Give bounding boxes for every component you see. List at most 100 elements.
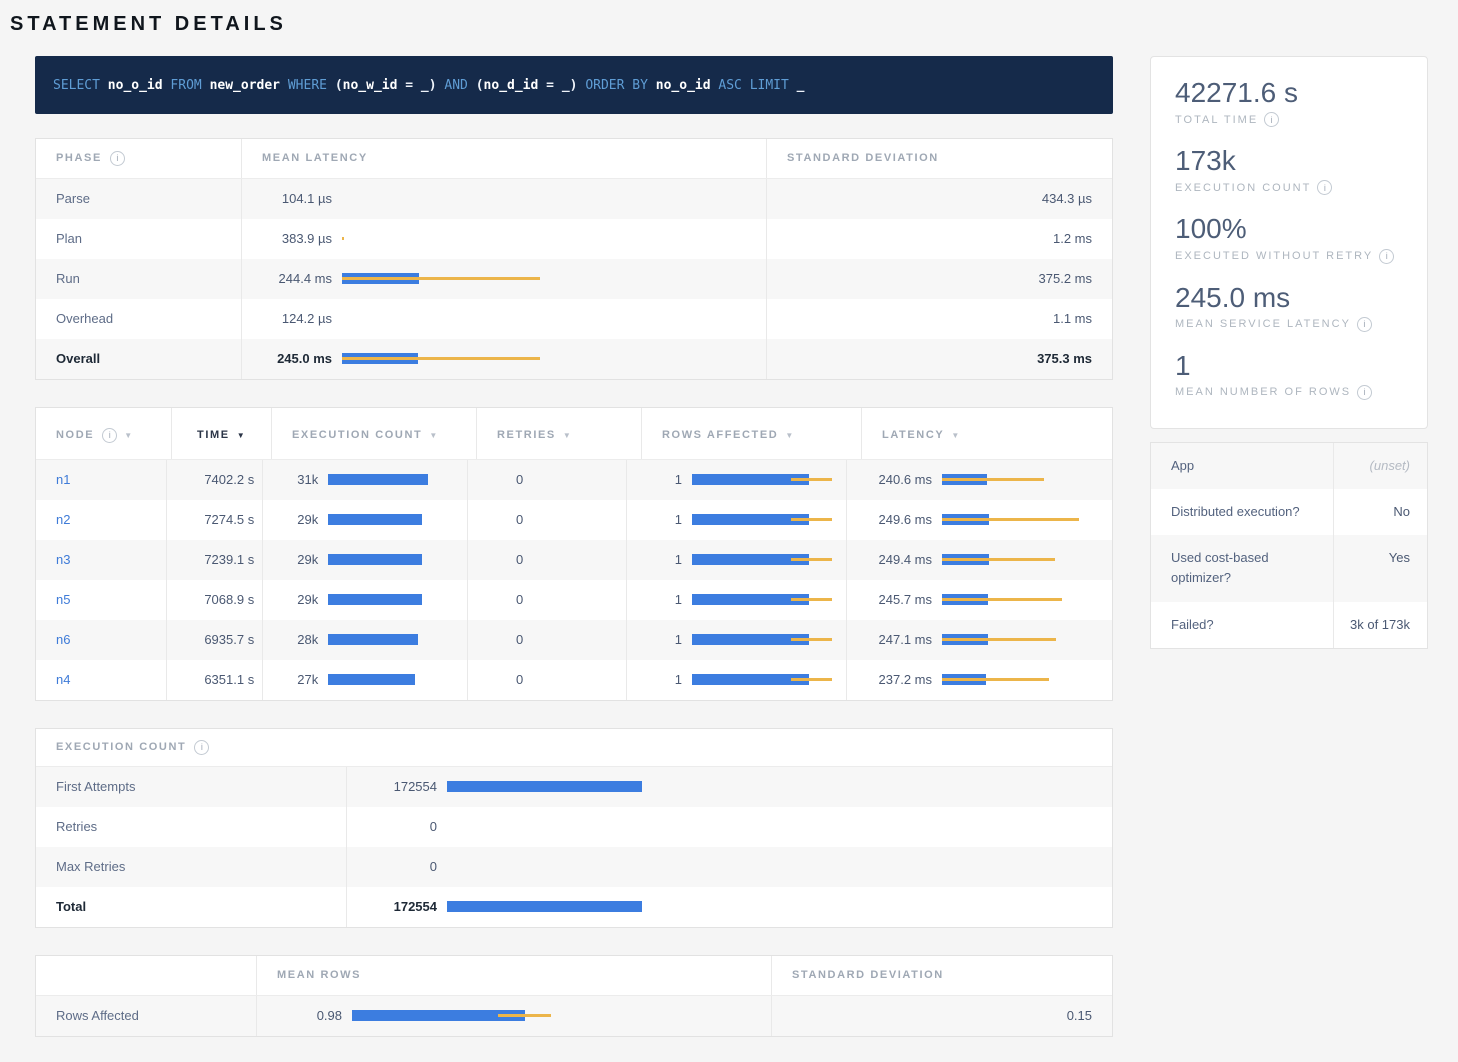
time-value: 7274.5 s: [166, 500, 262, 540]
node-table-body: n17402.2 s31k01240.6 msn27274.5 s29k0124…: [36, 460, 1112, 700]
latency-bar: [942, 554, 1092, 566]
rows-affected-header-label: ROWS AFFECTED: [662, 428, 778, 443]
latency-bar: [942, 514, 1092, 526]
latency-header-label: LATENCY: [882, 428, 944, 443]
summary-stat-label-text: EXECUTED WITHOUT RETRY: [1175, 250, 1373, 262]
bar-stddev-line: [791, 598, 832, 601]
retries-cell: 0: [467, 460, 626, 500]
details-row-label: Distributed execution?: [1151, 489, 1333, 535]
node-link[interactable]: n2: [56, 511, 70, 529]
std-dev-value: 434.3 µs: [766, 179, 1112, 219]
sql-token-id: no_d_id: [484, 78, 539, 93]
mean-latency-cell: 124.2 µs: [241, 299, 766, 339]
phase-label: Run: [36, 259, 241, 299]
retries-cell: 0: [467, 540, 626, 580]
summary-stat-label: EXECUTION COUNTi: [1175, 180, 1403, 195]
summary-stat-label-text: MEAN SERVICE LATENCY: [1175, 318, 1351, 330]
std-dev-value: 375.2 ms: [766, 259, 1112, 299]
blank-column-header: [36, 956, 256, 995]
sql-token-kw: FROM: [170, 78, 209, 93]
summary-card: 42271.6 sTOTAL TIMEi173kEXECUTION COUNTi…: [1150, 56, 1428, 429]
rows-affected-table-body: Rows Affected0.980.15: [36, 996, 1112, 1036]
bar-mean-segment: [447, 901, 642, 912]
execution-count-column-header[interactable]: EXECUTION COUNT ▼: [271, 408, 476, 459]
execution-count-bar: [328, 474, 463, 486]
execution-count-cell: 29k: [262, 580, 467, 620]
retries-column-header[interactable]: RETRIES ▼: [476, 408, 641, 459]
mean-rows-value: 0.98: [277, 1007, 342, 1025]
summary-stat-value: 245.0 ms: [1175, 282, 1403, 314]
node-link[interactable]: n5: [56, 591, 70, 609]
mean-latency-value: 244.4 ms: [262, 270, 332, 288]
latency-cell: 249.4 ms: [846, 540, 1112, 580]
latency-value: 237.2 ms: [867, 671, 932, 689]
rows-affected-bar: [692, 514, 842, 526]
bar-stddev-line: [942, 558, 1055, 561]
main-column: SELECT no_o_id FROM new_order WHERE (no_…: [35, 56, 1113, 1057]
node-link[interactable]: n1: [56, 471, 70, 489]
execution-count-bar: [328, 674, 463, 686]
phase-table: PHASE i MEAN LATENCY STANDARD DEVIATION …: [35, 138, 1113, 380]
details-row-value: Yes: [1333, 535, 1427, 601]
summary-stat-label: EXECUTED WITHOUT RETRY i: [1175, 249, 1403, 264]
sql-token-id: no_o_id: [656, 78, 711, 93]
details-row-value: (unset): [1333, 443, 1427, 489]
node-link[interactable]: n4: [56, 671, 70, 689]
execution-count-row-bar: [447, 901, 1092, 913]
std-dev-column-header: STANDARD DEVIATION: [766, 139, 1112, 178]
bar-mean-segment: [328, 554, 422, 565]
execution-count-value: 28k: [283, 631, 318, 649]
node-link[interactable]: n6: [56, 631, 70, 649]
rows-affected-column-header[interactable]: ROWS AFFECTED ▼: [641, 408, 861, 459]
latency-column-header[interactable]: LATENCY ▼: [861, 408, 1112, 459]
bar-stddev-line: [942, 518, 1079, 521]
info-icon[interactable]: i: [194, 740, 209, 755]
execution-count-value-cell: 172554: [346, 767, 1112, 807]
rows-affected-cell: 1: [626, 500, 846, 540]
time-value: 7068.9 s: [166, 580, 262, 620]
mean-latency-value: 383.9 µs: [262, 230, 332, 248]
node-column-header[interactable]: NODE i ▼: [36, 408, 171, 459]
bar-stddev-line: [942, 478, 1044, 481]
sort-desc-icon: ▼: [951, 430, 961, 441]
execution-count-row: Max Retries0: [36, 847, 1112, 887]
info-icon[interactable]: i: [110, 151, 125, 166]
rows-affected-bar: [692, 594, 842, 606]
mean-latency-value: 104.1 µs: [262, 190, 332, 208]
details-row: Distributed execution?No: [1151, 489, 1427, 535]
info-icon[interactable]: i: [1264, 112, 1279, 127]
node-row: n37239.1 s29k01249.4 ms: [36, 540, 1112, 580]
bar-mean-segment: [328, 514, 422, 525]
time-column-header[interactable]: TIME ▼: [171, 408, 271, 459]
latency-value: 249.4 ms: [867, 551, 932, 569]
bar-stddev-line: [942, 678, 1049, 681]
node-row: n46351.1 s27k01237.2 ms: [36, 660, 1112, 700]
node-row: n27274.5 s29k01249.6 ms: [36, 500, 1112, 540]
retries-cell: 0: [467, 580, 626, 620]
rows-affected-cell: 1: [626, 660, 846, 700]
node-header-label: NODE: [56, 428, 94, 443]
info-icon[interactable]: i: [1357, 317, 1372, 332]
mean-latency-cell: 104.1 µs: [241, 179, 766, 219]
time-value: 6351.1 s: [166, 660, 262, 700]
info-icon[interactable]: i: [1317, 180, 1332, 195]
bar-mean-segment: [447, 781, 642, 792]
retries-value: 0: [488, 591, 523, 609]
sql-token-kw: SELECT: [53, 78, 108, 93]
sql-token-pl: [163, 78, 171, 93]
details-row-value: 3k of 173k: [1333, 602, 1427, 648]
info-icon[interactable]: i: [1379, 249, 1394, 264]
mean-latency-bar: [342, 273, 762, 285]
info-icon[interactable]: i: [1357, 385, 1372, 400]
rows-affected-row-label: Rows Affected: [36, 996, 256, 1036]
info-icon[interactable]: i: [102, 428, 117, 443]
page-layout: SELECT no_o_id FROM new_order WHERE (no_…: [0, 56, 1458, 1057]
bar-stddev-line: [791, 558, 832, 561]
summary-stat-value: 1: [1175, 350, 1403, 382]
rows-affected-value: 1: [647, 631, 682, 649]
execution-count-row-value: 0: [367, 858, 437, 876]
node-link[interactable]: n3: [56, 551, 70, 569]
details-row: Failed?3k of 173k: [1151, 602, 1427, 648]
execution-count-row: First Attempts172554: [36, 767, 1112, 807]
rows-std-dev-header-label: STANDARD DEVIATION: [792, 968, 944, 983]
